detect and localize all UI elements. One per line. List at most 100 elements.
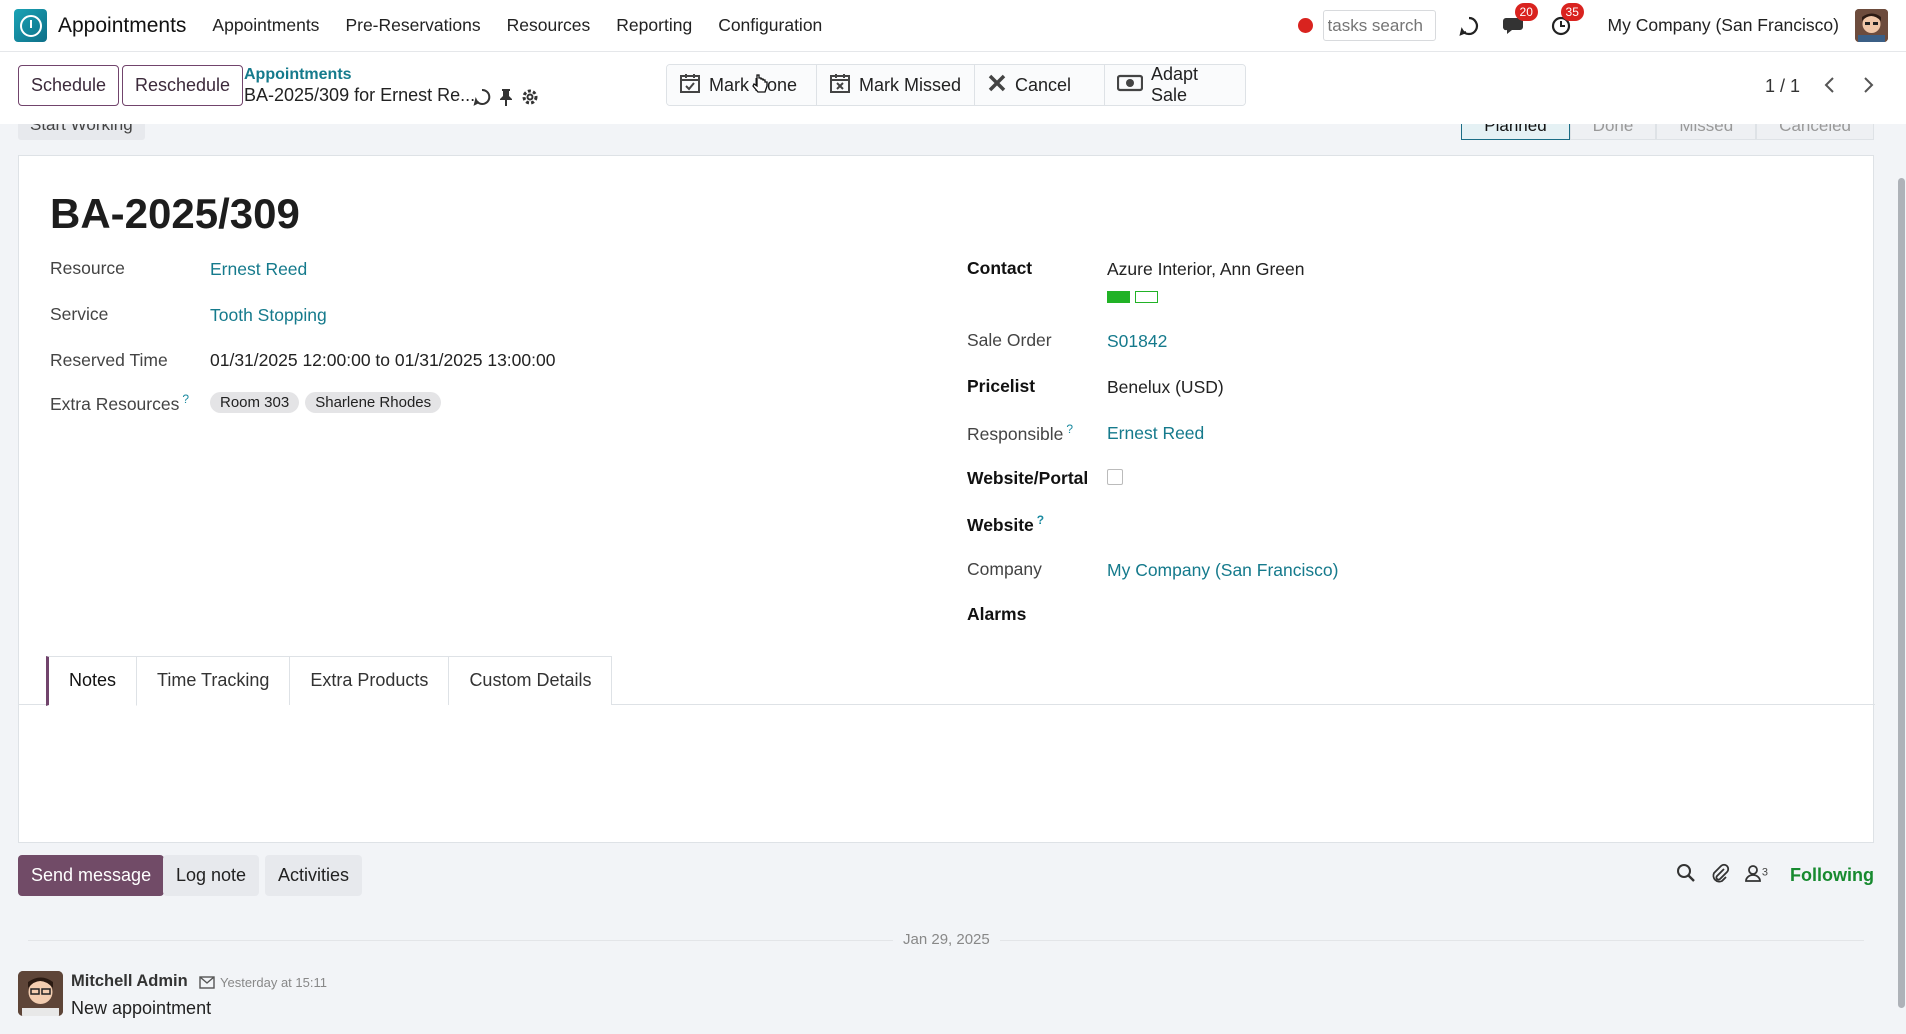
discard-refresh-icon[interactable] [473,88,491,111]
mark-done-button[interactable]: Mark Done [667,65,817,105]
pricelist-value[interactable]: Benelux (USD) [1107,377,1224,398]
tab-time-tracking[interactable]: Time Tracking [136,656,291,705]
app-name[interactable]: Appointments [58,14,186,38]
record-title: BA-2025/309 [50,190,300,237]
adapt-sale-button[interactable]: Adapt Sale [1105,65,1245,105]
following-button[interactable]: Following [1790,865,1874,886]
control-panel: Schedule Reschedule Appointments BA-2025… [0,52,1906,124]
pin-icon[interactable] [499,88,513,111]
mouse-cursor-icon [752,74,768,101]
status-strip: Start Working Planned Done Missed Cancel… [0,124,1892,146]
contact-label: Contact [967,258,1033,278]
gear-icon[interactable] [521,88,539,111]
envelope-icon [199,974,215,994]
extra-resources-label: Extra Resources? [50,392,189,415]
activities-clock-icon[interactable]: 35 [1548,2,1584,39]
tasks-search-input[interactable] [1322,10,1436,41]
activities-badge: 35 [1560,2,1584,21]
reserved-time-label: Reserved Time [50,350,168,370]
alarms-label: Alarms [967,604,1027,624]
followers-count: 3 [1761,866,1769,879]
message-author-avatar[interactable] [18,971,63,1016]
close-icon [987,73,1015,98]
user-avatar[interactable] [1855,9,1888,42]
mark-missed-label: Mark Missed [859,74,962,95]
form-sheet: BA-2025/309 Resource Ernest Reed Service… [18,155,1875,843]
menu-configuration[interactable]: Configuration [718,15,822,36]
sale-order-label: Sale Order [967,330,1052,350]
pricelist-label: Pricelist [967,376,1036,396]
service-label: Service [50,304,109,324]
stage-canceled[interactable]: Canceled [1756,124,1874,140]
send-message-button[interactable]: Send message [18,855,165,896]
date-separator-label: Jan 29, 2025 [893,931,1000,948]
chatter-toolbar: Send message Log note Activities 3 Follo… [18,855,1874,896]
tag-sharlene-rhodes[interactable]: Sharlene Rhodes [305,392,442,413]
pager-counter[interactable]: 1 / 1 [1765,76,1800,97]
money-icon [1116,73,1151,98]
extra-resources-help-icon[interactable]: ? [182,392,189,406]
tag-room-303[interactable]: Room 303 [210,392,300,413]
cancel-label: Cancel [1015,74,1072,95]
mark-missed-button[interactable]: Mark Missed [817,65,975,105]
resource-label: Resource [50,258,125,278]
calendar-check-icon [679,72,709,99]
start-working-button[interactable]: Start Working [18,124,145,140]
stage-done[interactable]: Done [1569,124,1657,140]
messages-badge: 20 [1514,2,1538,21]
stage-missed[interactable]: Missed [1656,124,1757,140]
reschedule-button[interactable]: Reschedule [122,65,244,106]
top-navbar: Appointments Appointments Pre-Reservatio… [0,0,1906,52]
tab-notes[interactable]: Notes [46,656,138,706]
refresh-icon[interactable] [1456,13,1482,39]
service-link[interactable]: Tooth Stopping [210,305,327,326]
paperclip-icon[interactable] [1710,863,1730,888]
menu-reporting[interactable]: Reporting [616,15,692,36]
main-menu: Appointments Pre-Reservations Resources … [212,15,848,36]
followers-icon [1744,865,1762,886]
menu-resources[interactable]: Resources [507,15,591,36]
website-text: Website [967,514,1034,535]
responsible-link[interactable]: Ernest Reed [1107,423,1204,444]
calendar-x-icon [829,72,859,99]
recording-indicator-icon[interactable] [1297,18,1313,33]
color-chip-empty [1135,291,1158,303]
message-author[interactable]: Mitchell Admin [71,972,188,991]
stage-planned[interactable]: Planned [1461,124,1570,140]
website-portal-label: Website/Portal [967,468,1089,488]
company-switcher[interactable]: My Company (San Francisco) [1608,15,1839,36]
tab-extra-products[interactable]: Extra Products [289,656,450,705]
website-portal-checkbox[interactable] [1107,469,1123,485]
sale-order-link[interactable]: S01842 [1107,331,1167,352]
pager-next-icon[interactable] [1854,70,1884,100]
adapt-sale-label: Adapt Sale [1151,64,1199,105]
tab-custom-details[interactable]: Custom Details [448,656,613,705]
website-label: Website? [967,513,1044,536]
responsible-text: Responsible [967,423,1064,444]
pager-previous-icon[interactable] [1814,70,1844,100]
company-link[interactable]: My Company (San Francisco) [1107,560,1338,581]
company-label: Company [967,559,1042,579]
extra-resources-text: Extra Resources [50,393,180,414]
breadcrumb-appointments-link[interactable]: Appointments [244,66,352,84]
followers-button[interactable]: 3 [1744,864,1768,887]
extra-resources-tags[interactable]: Room 303 Sharlene Rhodes [210,391,447,413]
contact-color-indicator [1107,291,1158,303]
page-scrollbar-thumb[interactable] [1898,178,1905,1008]
resource-link[interactable]: Ernest Reed [210,259,307,280]
menu-pre-reservations[interactable]: Pre-Reservations [345,15,480,36]
search-icon[interactable] [1676,863,1696,888]
cancel-button[interactable]: Cancel [975,65,1105,105]
schedule-button[interactable]: Schedule [18,65,120,106]
message-body: New appointment [71,998,212,1018]
appointments-app-icon[interactable] [14,9,47,42]
responsible-help-icon[interactable]: ? [1066,422,1073,436]
log-note-button[interactable]: Log note [163,855,260,896]
website-help-icon[interactable]: ? [1037,513,1044,527]
activities-button[interactable]: Activities [265,855,363,896]
reserved-time-value[interactable]: 01/31/2025 12:00:00 to 01/31/2025 13:00:… [210,350,555,371]
messages-icon[interactable]: 20 [1502,2,1538,39]
menu-appointments[interactable]: Appointments [212,15,319,36]
notebook-tabs: Notes Time Tracking Extra Products Custo… [46,656,613,706]
contact-value[interactable]: Azure Interior, Ann Green [1107,259,1304,280]
